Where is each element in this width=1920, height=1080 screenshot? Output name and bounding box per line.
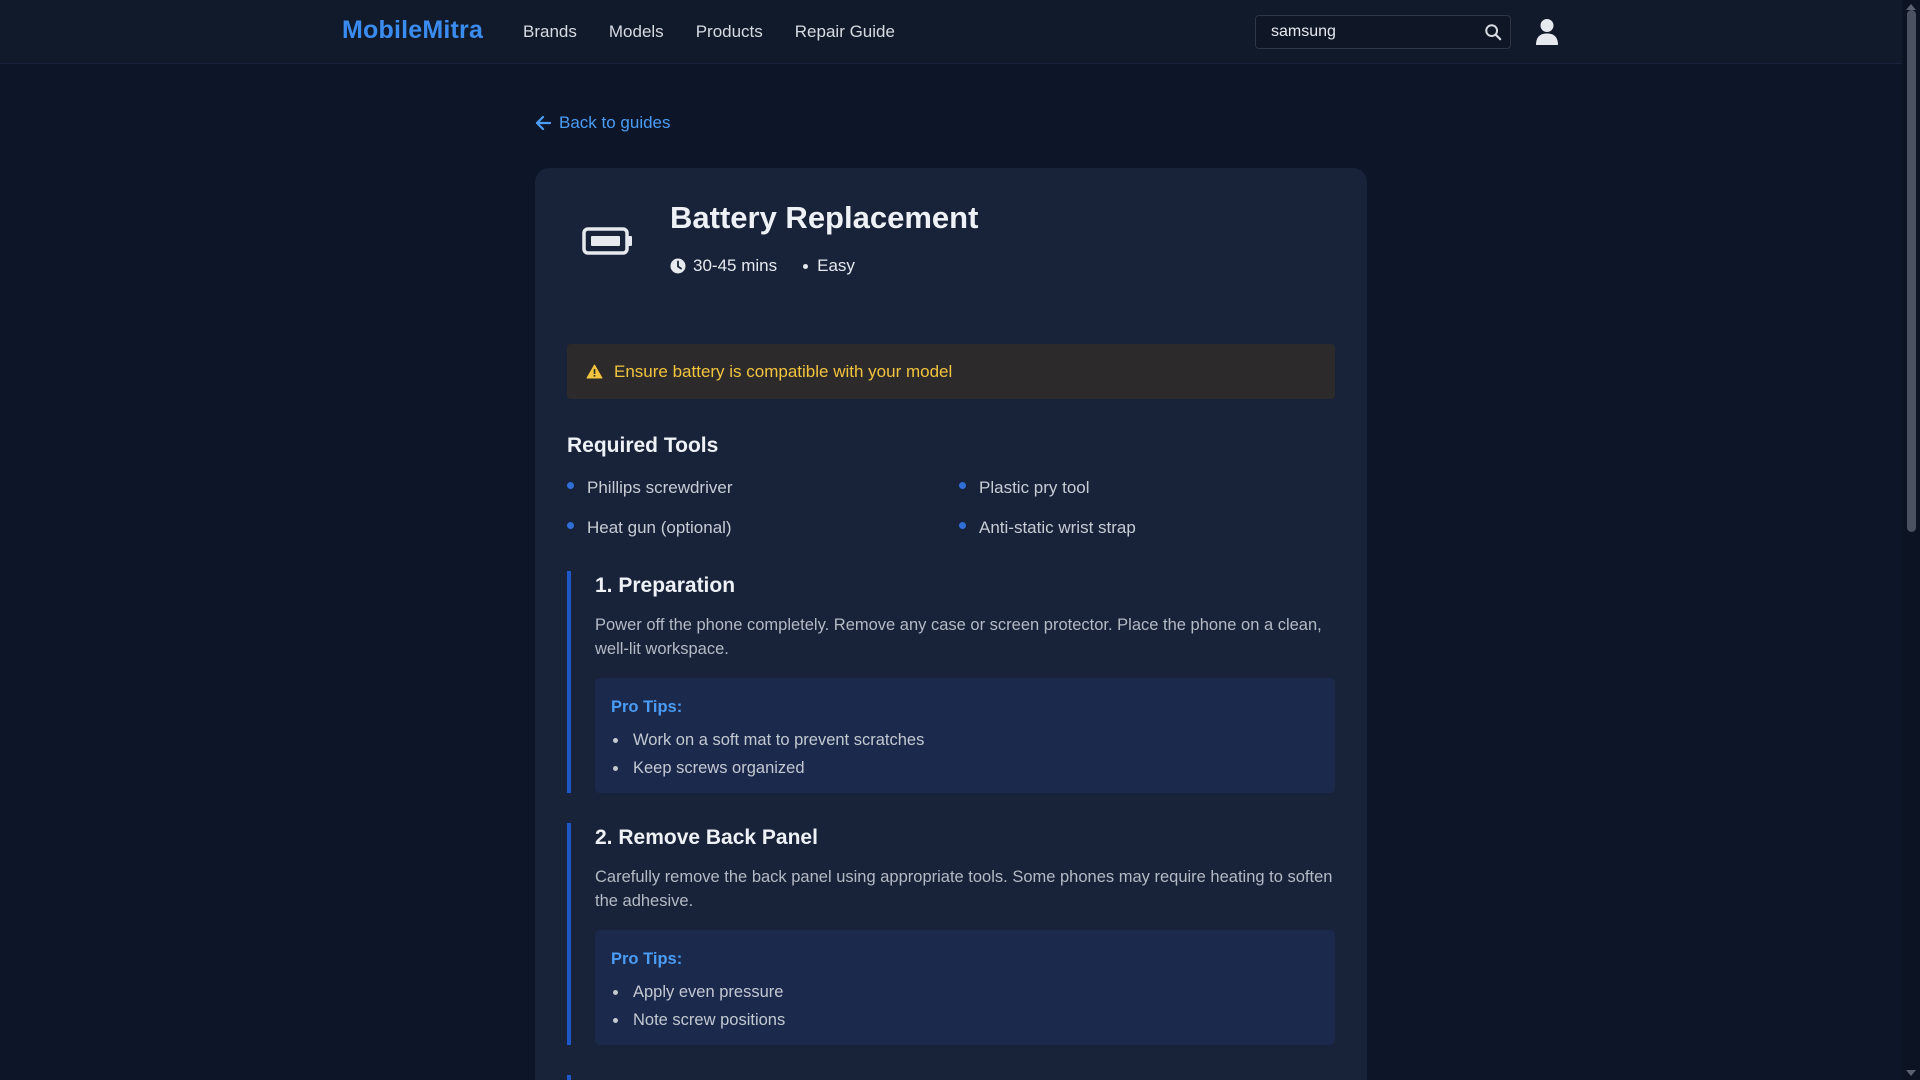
back-to-guides-link[interactable]: Back to guides — [535, 113, 671, 133]
step-title: 2. Remove Back Panel — [595, 826, 818, 849]
bullet-icon — [959, 521, 966, 529]
tool-label: Plastic pry tool — [979, 478, 1090, 497]
step-remove-back-panel: 2. Remove Back Panel Carefully remove th… — [567, 823, 1335, 1045]
page-scrollbar[interactable] — [1902, 0, 1920, 1080]
pro-tips-box: Pro Tips: Apply even pressure Note screw… — [595, 930, 1335, 1045]
required-tools-heading: Required Tools — [567, 434, 719, 457]
bullet-icon — [567, 521, 574, 529]
nav-link-brands[interactable]: Brands — [523, 22, 577, 42]
search-box — [1255, 15, 1511, 49]
tool-item: Plastic pry tool — [959, 478, 1090, 498]
step-description: Carefully remove the back panel using ap… — [595, 868, 1333, 910]
guide-title: Battery Replacement — [670, 200, 979, 235]
site-logo[interactable]: MobileMitra — [342, 16, 483, 45]
nav-link-models[interactable]: Models — [609, 22, 664, 42]
search-icon[interactable] — [1484, 23, 1502, 41]
top-navbar: MobileMitra Brands Models Products Repai… — [0, 0, 1902, 64]
nav-links: Brands Models Products Repair Guide — [523, 22, 927, 42]
step-preparation: 1. Preparation Power off the phone compl… — [567, 571, 1335, 793]
pro-tips-list: Apply even pressure Note screw positions — [612, 978, 785, 1034]
step-title: 1. Preparation — [595, 574, 736, 597]
battery-icon — [582, 227, 632, 255]
tool-label: Phillips screwdriver — [587, 478, 733, 497]
tool-item: Anti-static wrist strap — [959, 518, 1136, 538]
guide-card: Battery Replacement 30-45 mins Easy Ensu… — [535, 168, 1367, 1080]
pro-tip-item: Keep screws organized — [612, 754, 924, 782]
guide-difficulty: Easy — [817, 256, 855, 275]
page: MobileMitra Brands Models Products Repai… — [0, 0, 1920, 1080]
user-icon[interactable] — [1535, 18, 1559, 46]
scroll-down-arrow-icon[interactable] — [1906, 1070, 1916, 1076]
guide-meta: 30-45 mins Easy — [670, 256, 855, 276]
pro-tips-label: Pro Tips: — [611, 950, 683, 968]
guide-duration: 30-45 mins — [693, 256, 778, 275]
arrow-left-icon — [535, 115, 551, 131]
scrollbar-thumb[interactable] — [1907, 10, 1916, 532]
pro-tip-item: Apply even pressure — [612, 978, 785, 1006]
tool-label: Anti-static wrist strap — [979, 518, 1136, 537]
clock-icon — [670, 258, 686, 274]
step-next-partial — [567, 1075, 1335, 1080]
bullet-icon — [567, 481, 574, 489]
nav-link-products[interactable]: Products — [696, 22, 763, 42]
tool-item: Phillips screwdriver — [567, 478, 732, 498]
meta-separator-dot — [803, 263, 809, 269]
back-link-label: Back to guides — [559, 113, 671, 132]
pro-tip-item: Work on a soft mat to prevent scratches — [612, 726, 924, 754]
warning-banner: Ensure battery is compatible with your m… — [567, 344, 1335, 399]
tool-item: Heat gun (optional) — [567, 518, 732, 538]
pro-tips-label: Pro Tips: — [611, 698, 683, 716]
pro-tip-item: Note screw positions — [612, 1006, 785, 1034]
nav-link-repair-guide[interactable]: Repair Guide — [795, 22, 895, 42]
pro-tips-list: Work on a soft mat to prevent scratches … — [612, 726, 924, 782]
step-description: Power off the phone completely. Remove a… — [595, 616, 1322, 658]
pro-tips-box: Pro Tips: Work on a soft mat to prevent … — [595, 678, 1335, 793]
warning-text: Ensure battery is compatible with your m… — [614, 361, 953, 381]
search-input[interactable] — [1256, 16, 1478, 48]
warning-icon — [586, 364, 603, 379]
tool-label: Heat gun (optional) — [587, 518, 732, 537]
bullet-icon — [959, 481, 966, 489]
